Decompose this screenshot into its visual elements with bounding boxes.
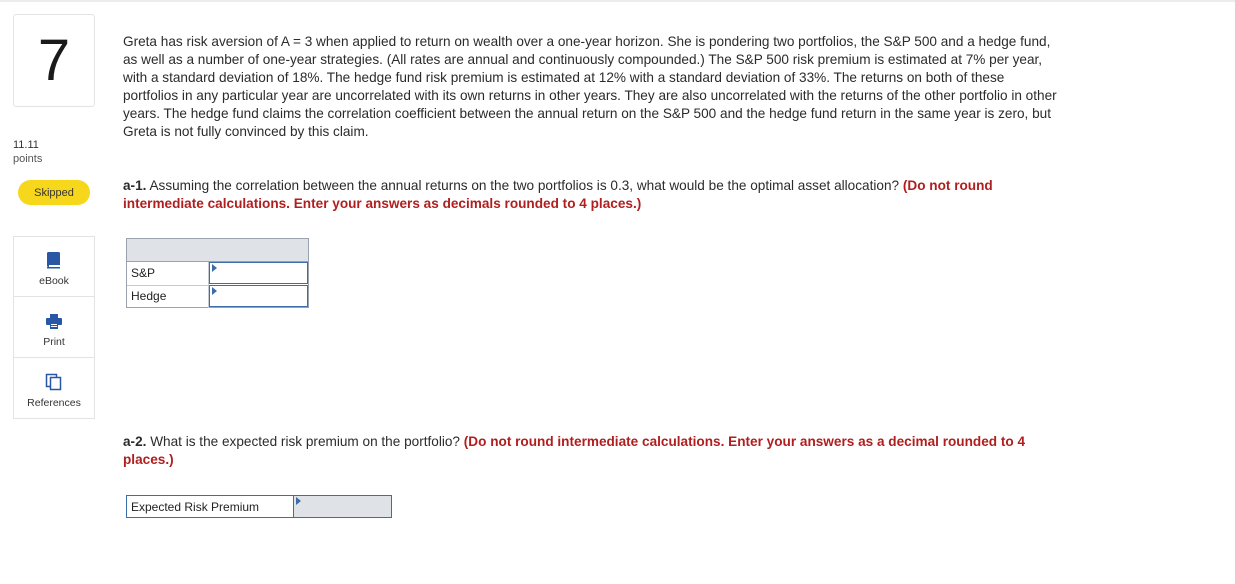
question-a1: a-1. Assuming the correlation between th…	[123, 177, 1063, 213]
table-row: S&P	[127, 262, 308, 286]
ebook-label: eBook	[39, 275, 69, 287]
question-a2: a-2. What is the expected risk premium o…	[123, 433, 1063, 469]
documents-icon	[45, 373, 63, 391]
expected-risk-premium-row: Expected Risk Premium	[126, 495, 392, 518]
references-label: References	[27, 397, 81, 409]
question-number: 7	[37, 27, 71, 93]
erp-label: Expected Risk Premium	[131, 500, 260, 514]
status-badge-label: Skipped	[34, 186, 74, 199]
print-button[interactable]: Print	[14, 298, 94, 358]
allocation-table: S&P Hedge	[126, 238, 309, 308]
tool-panel: eBook Print References	[13, 236, 95, 419]
expected-risk-premium-input[interactable]	[293, 495, 392, 518]
printer-icon	[45, 312, 63, 330]
hedge-weight-input[interactable]	[209, 285, 308, 307]
a2-text: What is the expected risk premium on the…	[146, 434, 464, 449]
a2-tag: a-2.	[123, 434, 147, 449]
print-label: Print	[43, 336, 65, 348]
input-flag-icon	[212, 264, 217, 272]
a1-text: Assuming the correlation between the ann…	[146, 178, 903, 193]
status-badge: Skipped	[18, 180, 90, 205]
question-number-box: 7	[13, 14, 95, 107]
sp-row-label: S&P	[131, 266, 156, 280]
input-flag-icon	[212, 287, 217, 295]
hedge-row-label: Hedge	[131, 289, 167, 303]
points-value: 11.11	[13, 139, 39, 151]
table-header	[127, 239, 308, 262]
book-icon	[46, 251, 62, 269]
ebook-button[interactable]: eBook	[14, 237, 94, 297]
input-flag-icon	[296, 497, 301, 505]
references-button[interactable]: References	[14, 359, 94, 419]
points-label: points	[13, 153, 43, 165]
question-prompt: Greta has risk aversion of A = 3 when ap…	[123, 34, 1057, 139]
sp-weight-input[interactable]	[209, 262, 308, 284]
table-row: Hedge	[127, 285, 308, 308]
a1-tag: a-1.	[123, 178, 147, 193]
top-divider	[0, 0, 1235, 2]
